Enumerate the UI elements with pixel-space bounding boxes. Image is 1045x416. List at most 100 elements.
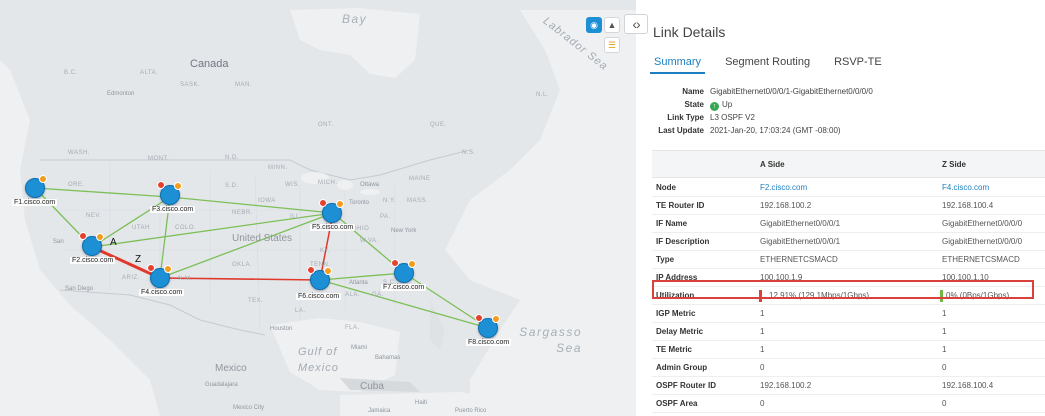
map-label-mich: MICH. (318, 180, 338, 186)
map-label-wash: WASH. (68, 150, 90, 156)
panel-toggle-chevron-icon[interactable]: ‹› (624, 14, 648, 34)
row-label: TE Metric (656, 345, 693, 354)
map-label-ns: N.S. (462, 150, 476, 156)
row-label: TE Router ID (656, 201, 705, 210)
map-label-pa: PA. (380, 214, 391, 220)
row-label: OSPF Area (656, 399, 698, 408)
node-f1[interactable] (25, 175, 47, 198)
warning-badge-icon (336, 200, 344, 208)
map-label-atlanta: Atlanta (349, 280, 368, 286)
tab-rsvp-te[interactable]: RSVP-TE (834, 56, 882, 74)
map-label-nm: N.M. (178, 276, 193, 282)
map-label-bahamas: Bahamas (375, 355, 401, 361)
tab-summary[interactable]: Summary (649, 56, 706, 74)
map-label-okla: OKLA. (232, 262, 253, 268)
map-label-san-diego: San Diego (65, 286, 94, 292)
node-f8[interactable] (475, 314, 500, 338)
link-details-panel: Link Details Summary Segment Routing RSV… (649, 0, 1045, 416)
table-row: Admin Group 0 0 (652, 359, 1045, 377)
map-label-cuba: Cuba (360, 381, 384, 392)
node-label: F2.cisco.com (70, 257, 116, 264)
a-side-value: 0 (760, 399, 765, 408)
a-side-value[interactable]: F2.cisco.com (760, 183, 807, 192)
z-side-value[interactable]: F4.cisco.com (942, 183, 989, 192)
map-label-united-states: United States (232, 233, 293, 244)
map-label-haiti: Haiti (415, 400, 428, 406)
map-label-sargasso-sea: Sargasso Sea (519, 325, 582, 355)
z-side-value: 1 (942, 345, 947, 354)
tab-bar: Summary Segment Routing RSVP-TE (649, 56, 906, 74)
map-label-alta: ALTA. (140, 70, 159, 76)
summary-state: State ↑ Up (684, 100, 733, 111)
z-side-value: 1 (942, 309, 947, 318)
z-side-value: 192.168.100.4 (942, 381, 994, 390)
map-label-la: LA. (295, 308, 306, 314)
map-label-houston: Houston (270, 326, 293, 332)
map-label-maine: MAINE (409, 176, 431, 182)
a-side-value: 1 (760, 345, 765, 354)
table-row: Node F2.cisco.com F4.cisco.com (652, 179, 1045, 197)
z-side-value: 1 (942, 327, 947, 336)
map-label-sd: S.D. (225, 183, 239, 189)
map-label-ottawa: Ottawa (360, 182, 380, 188)
tab-segment-routing[interactable]: Segment Routing (725, 56, 810, 74)
map-label-guadalajara: Guadalajara (205, 382, 238, 388)
node-f5[interactable] (319, 199, 344, 223)
map-label-nl: N.L. (536, 92, 550, 98)
row-label: Node (656, 183, 676, 192)
summary-link-type: Link Type L3 OSPF V2 (667, 113, 755, 122)
map-label-ala: ALA. (345, 292, 361, 298)
alarm-badge-icon (307, 266, 315, 274)
row-label: IF Description (656, 237, 710, 246)
warning-badge-icon (39, 175, 47, 183)
panel-title: Link Details (653, 24, 726, 40)
row-label: IGP Metric (656, 309, 696, 318)
layers-icon[interactable]: ☰ (604, 37, 620, 53)
node-label: F6.cisco.com (296, 293, 342, 300)
link-name-value: GigabitEthernet0/0/0/1-GigabitEthernet0/… (710, 87, 873, 96)
map-label-nebr: NEBR. (232, 210, 253, 216)
globe-icon[interactable]: ◉ (586, 17, 602, 33)
warning-badge-icon (324, 267, 332, 275)
table-row: TE Router ID 192.168.100.2 192.168.100.4 (652, 197, 1045, 215)
map-label-gulf-of-mexico: Gulf of Mexico (298, 346, 339, 374)
row-label: IF Name (656, 219, 688, 228)
node-f7[interactable] (391, 259, 416, 283)
node-f3[interactable] (157, 181, 182, 205)
a-side-value: 1 (760, 309, 765, 318)
z-side-value: GigabitEthernet0/0/0/0 (942, 219, 1023, 228)
alarm-badge-icon (475, 314, 483, 322)
column-header-z-side: Z Side (942, 160, 967, 169)
state-value: Up (722, 100, 733, 109)
a-side-value: 1 (760, 327, 765, 336)
table-row: IGP Metric 1 1 (652, 305, 1045, 323)
node-label: F3.cisco.com (150, 206, 196, 213)
table-header: A Side Z Side (652, 150, 1045, 178)
map-label-miami: Miami (351, 345, 367, 351)
z-side-value: ETHERNETCSMACD (942, 255, 1020, 264)
row-label: Delay Metric (656, 327, 704, 336)
map-label-bay: Bay (342, 12, 368, 26)
alarm-badge-icon (319, 199, 327, 207)
map-label-edmonton: Edmonton (107, 91, 135, 97)
map-label-sask: SASK. (180, 82, 201, 88)
a-side-value: 192.168.100.2 (760, 201, 812, 210)
row-label: OSPF Router ID (656, 381, 717, 390)
topology-map[interactable]: Bay Labrador Sea Canada B.C. ALTA. SASK.… (0, 0, 636, 416)
alarm-badge-icon (79, 232, 87, 240)
node-label: F1.cisco.com (12, 199, 58, 206)
map-label-minn: MINN. (268, 165, 288, 171)
map-label-iowa: IOWA (258, 198, 276, 204)
z-side-value: GigabitEthernet0/0/0/0 (942, 237, 1023, 246)
table-row: OSPF Router ID 192.168.100.2 192.168.100.4 (652, 377, 1045, 395)
node-f2[interactable] (79, 232, 104, 256)
map-label-tex: TEX. (248, 298, 264, 304)
node-label: F5.cisco.com (310, 224, 356, 231)
node-f4[interactable] (147, 264, 172, 288)
node-f6[interactable] (307, 266, 332, 290)
z-side-value: 0 (942, 363, 947, 372)
summary-last-update: Last Update 2021-Jan-20, 17:03:24 (GMT -0… (658, 126, 841, 135)
topology-icon[interactable]: ▲ (604, 17, 620, 33)
table-row: IF Name GigabitEthernet0/0/0/1 GigabitEthe… (652, 215, 1045, 233)
alarm-badge-icon (157, 181, 165, 189)
